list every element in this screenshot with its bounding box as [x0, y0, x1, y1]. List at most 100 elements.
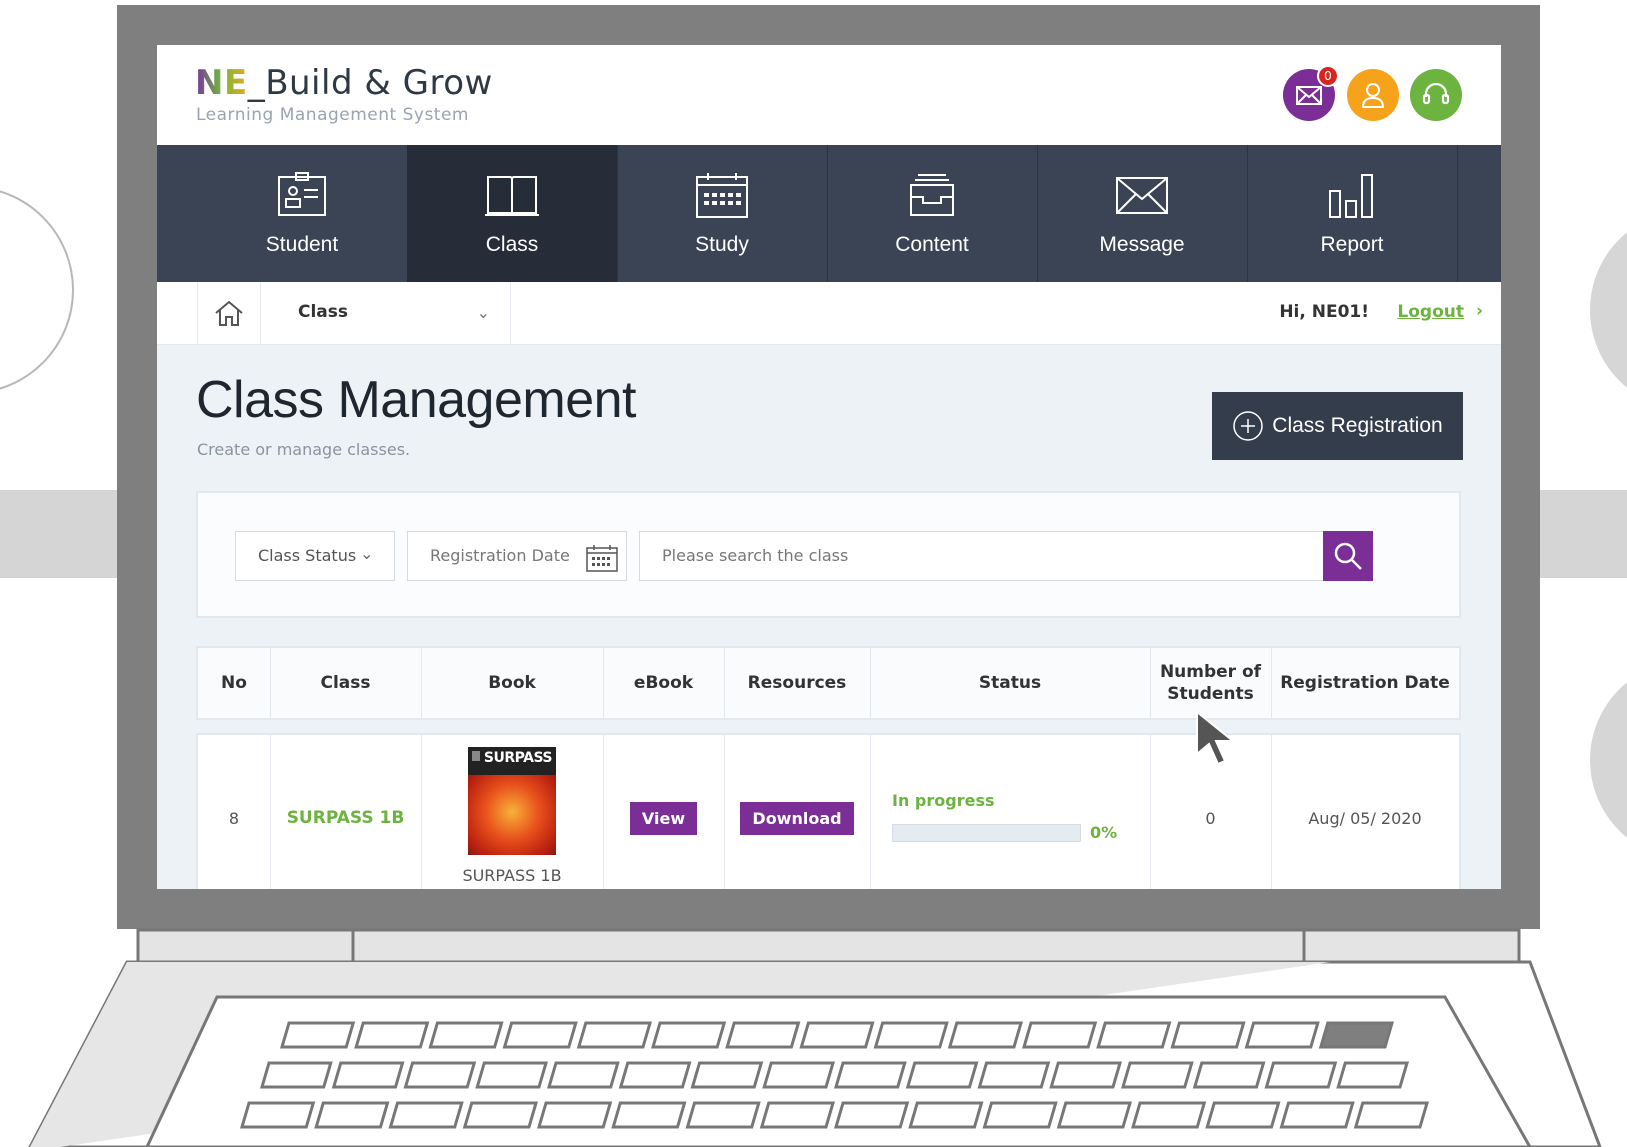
cell-book: SURPASS SURPASS 1B: [421, 735, 604, 889]
keyboard-key: [1205, 1101, 1281, 1129]
keyboard-key: [685, 1101, 761, 1129]
keyboard-key: [690, 1061, 764, 1089]
keyboard-key: [977, 1061, 1051, 1089]
keyboard-key: [1049, 1061, 1122, 1089]
nav-item-class[interactable]: Class: [407, 145, 618, 282]
keyboard-key: [547, 1061, 620, 1089]
search-placeholder: Please search the class: [662, 546, 849, 565]
class-status-select[interactable]: Class Status ⌄: [235, 531, 395, 581]
user-icon: [1361, 83, 1385, 108]
book-cover-title: SURPASS: [483, 750, 553, 766]
keyboard-key: [1244, 1021, 1320, 1049]
keyboard-key: [1192, 1061, 1266, 1089]
profile-button[interactable]: [1347, 69, 1399, 121]
keyboard-key: [725, 1021, 801, 1049]
search-button[interactable]: [1323, 531, 1373, 581]
student-card-icon: [278, 172, 326, 216]
mail-button[interactable]: 0: [1283, 65, 1339, 121]
breadcrumb: Class ⌄ Hi, NE01! Logout ›: [157, 282, 1501, 345]
keyboard-key: [280, 1021, 356, 1049]
keyboard-key: [618, 1061, 692, 1089]
main-nav: Student Class Study Content Message Repo…: [157, 145, 1501, 282]
logout-link[interactable]: Logout: [1397, 302, 1464, 322]
nav-label: Student: [265, 233, 339, 256]
ebook-view-button[interactable]: View: [629, 801, 698, 835]
search-icon: [1334, 542, 1362, 570]
nav-label: Content: [895, 233, 969, 256]
cell-status: In progress 0%: [870, 735, 1151, 889]
logout-label: Logout: [1397, 302, 1464, 322]
keyboard-key: [834, 1061, 907, 1089]
header-registration-date: Registration Date: [1280, 673, 1450, 693]
registration-date-label: Registration Date: [430, 546, 570, 565]
registration-date-field[interactable]: Registration Date: [407, 531, 627, 581]
chevron-right-icon: ›: [1475, 301, 1483, 321]
logo-mark: NE: [195, 63, 248, 103]
header-class: Class: [270, 648, 422, 718]
chevron-down-icon: ⌄: [360, 544, 374, 563]
header-no: No: [198, 648, 271, 718]
nav-item-study[interactable]: Study: [617, 145, 828, 282]
keyboard-key: [799, 1021, 875, 1049]
keyboard-key: [475, 1061, 548, 1089]
keyboard-key: [388, 1101, 464, 1129]
cell-registration-date: Aug/ 05/ 2020: [1308, 808, 1422, 828]
cell-no: 8: [198, 735, 271, 889]
keyboard-key: [1353, 1101, 1429, 1129]
keyboard-key: [354, 1021, 430, 1049]
keyboard-key: [1336, 1061, 1409, 1089]
keyboard-key: [428, 1021, 504, 1049]
keyboard-key: [834, 1101, 910, 1129]
header-resources: Resources: [724, 648, 871, 718]
nav-item-content[interactable]: Content: [827, 145, 1038, 282]
chevron-down-icon: ⌄: [476, 303, 490, 322]
inbox-tray-icon: [910, 174, 954, 216]
keyboard-key: [947, 1021, 1023, 1049]
logo-title: _Build & Grow: [247, 63, 493, 103]
app-logo[interactable]: NE_Build & Grow: [195, 63, 493, 103]
bar-chart-icon: [1329, 174, 1373, 218]
header-number-of-students: Number of Students: [1150, 648, 1272, 718]
app-screen: NE_Build & Grow Learning Management Syst…: [157, 45, 1501, 889]
keyboard-key: [1131, 1101, 1207, 1129]
nav-label: Message: [1099, 233, 1185, 256]
table-row[interactable]: 8 SURPASS 1B SURPASS SURPASS 1B View Dow…: [196, 733, 1461, 889]
support-button[interactable]: [1410, 69, 1462, 121]
keyboard-key: [611, 1101, 687, 1129]
progress-bar: [892, 824, 1081, 842]
keyboard-key: [403, 1061, 477, 1089]
nav-item-message[interactable]: Message: [1037, 145, 1248, 282]
class-search-input[interactable]: Please search the class: [639, 531, 1324, 581]
nav-item-student[interactable]: Student: [197, 145, 408, 282]
breadcrumb-class-select[interactable]: Class ⌄: [260, 282, 511, 344]
filter-panel: Class Status ⌄ Registration Date Please …: [196, 491, 1461, 618]
envelope-icon: [1116, 177, 1168, 214]
progress-percent: 0%: [1090, 823, 1118, 842]
book-cover-image[interactable]: SURPASS: [468, 747, 556, 855]
keyboard-key: [1096, 1021, 1172, 1049]
keyboard-key: [982, 1101, 1058, 1129]
keyboard-key: [502, 1021, 578, 1049]
class-name-link[interactable]: SURPASS 1B: [287, 808, 405, 828]
breadcrumb-current: Class: [298, 302, 349, 322]
logo-subtitle: Learning Management System: [196, 105, 469, 125]
nav-label: Class: [485, 233, 539, 256]
keyboard-key: [651, 1021, 727, 1049]
class-registration-button[interactable]: Class Registration: [1212, 392, 1463, 460]
home-button[interactable]: [197, 282, 261, 344]
nav-label: Study: [695, 233, 749, 256]
calendar-icon: [696, 173, 748, 218]
resources-download-button[interactable]: Download: [740, 801, 854, 835]
class-registration-label: Class Registration: [1272, 414, 1443, 437]
keyboard-key: [314, 1101, 390, 1129]
status-text: In progress: [892, 791, 995, 810]
cell-ebook: View: [603, 735, 725, 889]
mouse-cursor: [1196, 710, 1236, 766]
header-ebook: eBook: [603, 648, 725, 718]
cell-resources: Download: [724, 735, 871, 889]
nav-item-report[interactable]: Report: [1247, 145, 1458, 282]
cell-class: SURPASS 1B: [270, 735, 422, 889]
table-header: No Class Book eBook Resources Status Num…: [196, 646, 1461, 720]
keyboard-key: [1056, 1101, 1132, 1129]
calendar-icon[interactable]: [586, 544, 618, 572]
